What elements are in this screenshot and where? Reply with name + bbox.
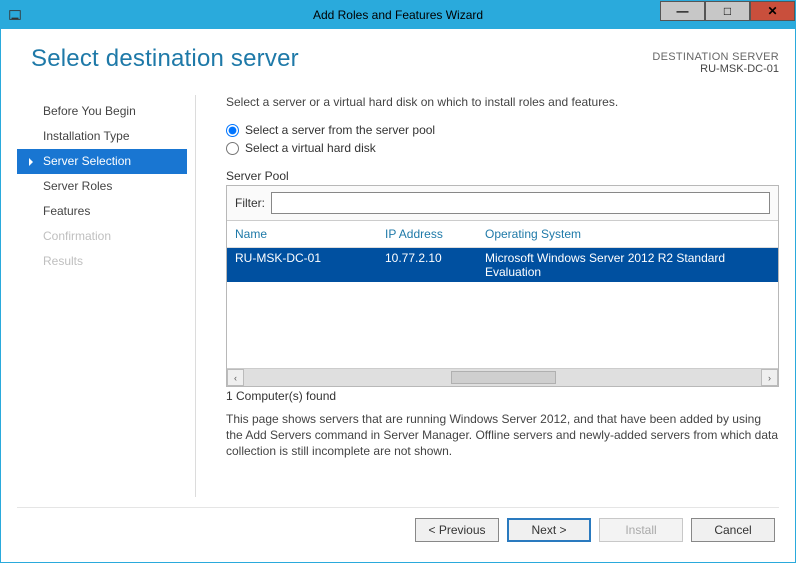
table-row[interactable]: RU-MSK-DC-01 10.77.2.10 Microsoft Window… <box>227 248 778 282</box>
nav-installation-type[interactable]: Installation Type <box>17 124 187 149</box>
scroll-track[interactable] <box>244 369 761 386</box>
cell-name: RU-MSK-DC-01 <box>235 251 385 279</box>
middle: Before You Begin Installation Type Serve… <box>17 95 779 497</box>
radio-server-pool-input[interactable] <box>226 124 239 137</box>
nav-results: Results <box>17 249 187 274</box>
table-body: RU-MSK-DC-01 10.77.2.10 Microsoft Window… <box>227 248 778 368</box>
server-pool-box: Filter: Name IP Address Operating System… <box>226 185 779 387</box>
col-header-ip[interactable]: IP Address <box>385 227 485 241</box>
minimize-button[interactable]: — <box>660 1 705 21</box>
computers-found-text: 1 Computer(s) found <box>226 389 779 403</box>
hscrollbar[interactable]: ‹ › <box>227 368 778 386</box>
filter-row: Filter: <box>227 186 778 221</box>
install-button: Install <box>599 518 683 542</box>
close-button[interactable]: ✕ <box>750 1 795 21</box>
wizard-nav: Before You Begin Installation Type Serve… <box>17 95 187 497</box>
destination-value: RU-MSK-DC-01 <box>652 63 779 75</box>
content-area: Select destination server DESTINATION SE… <box>1 29 795 562</box>
filter-label: Filter: <box>235 196 265 210</box>
destination-block: DESTINATION SERVER RU-MSK-DC-01 <box>652 45 779 75</box>
header-row: Select destination server DESTINATION SE… <box>17 45 779 75</box>
cell-os: Microsoft Windows Server 2012 R2 Standar… <box>485 251 770 279</box>
app-icon <box>1 8 29 22</box>
radio-server-pool[interactable]: Select a server from the server pool <box>226 123 779 137</box>
main-panel: Select a server or a virtual hard disk o… <box>195 95 779 497</box>
col-header-name[interactable]: Name <box>235 227 385 241</box>
previous-button[interactable]: < Previous <box>415 518 499 542</box>
radio-vhd[interactable]: Select a virtual hard disk <box>226 141 779 155</box>
nav-server-roles[interactable]: Server Roles <box>17 174 187 199</box>
radio-vhd-input[interactable] <box>226 142 239 155</box>
nav-features[interactable]: Features <box>17 199 187 224</box>
nav-confirmation: Confirmation <box>17 224 187 249</box>
description-text: This page shows servers that are running… <box>226 411 779 460</box>
col-header-os[interactable]: Operating System <box>485 227 770 241</box>
next-button[interactable]: Next > <box>507 518 591 542</box>
destination-label: DESTINATION SERVER <box>652 51 779 63</box>
instruction-text: Select a server or a virtual hard disk o… <box>226 95 779 109</box>
titlebar: Add Roles and Features Wizard — □ ✕ <box>1 1 795 29</box>
scroll-left-arrow-icon[interactable]: ‹ <box>227 369 244 386</box>
table-header: Name IP Address Operating System <box>227 221 778 248</box>
radio-server-pool-label: Select a server from the server pool <box>245 123 435 137</box>
scroll-right-arrow-icon[interactable]: › <box>761 369 778 386</box>
wizard-window: Add Roles and Features Wizard — □ ✕ Sele… <box>0 0 796 563</box>
window-buttons: — □ ✕ <box>660 1 795 29</box>
cell-ip: 10.77.2.10 <box>385 251 485 279</box>
radio-vhd-label: Select a virtual hard disk <box>245 141 376 155</box>
server-pool-label: Server Pool <box>226 169 779 183</box>
cancel-button[interactable]: Cancel <box>691 518 775 542</box>
scroll-thumb[interactable] <box>451 371 556 384</box>
filter-input[interactable] <box>271 192 770 214</box>
nav-before-you-begin[interactable]: Before You Begin <box>17 99 187 124</box>
maximize-button[interactable]: □ <box>705 1 750 21</box>
nav-server-selection[interactable]: Server Selection <box>17 149 187 174</box>
page-title: Select destination server <box>31 45 652 73</box>
button-row: < Previous Next > Install Cancel <box>17 507 779 546</box>
